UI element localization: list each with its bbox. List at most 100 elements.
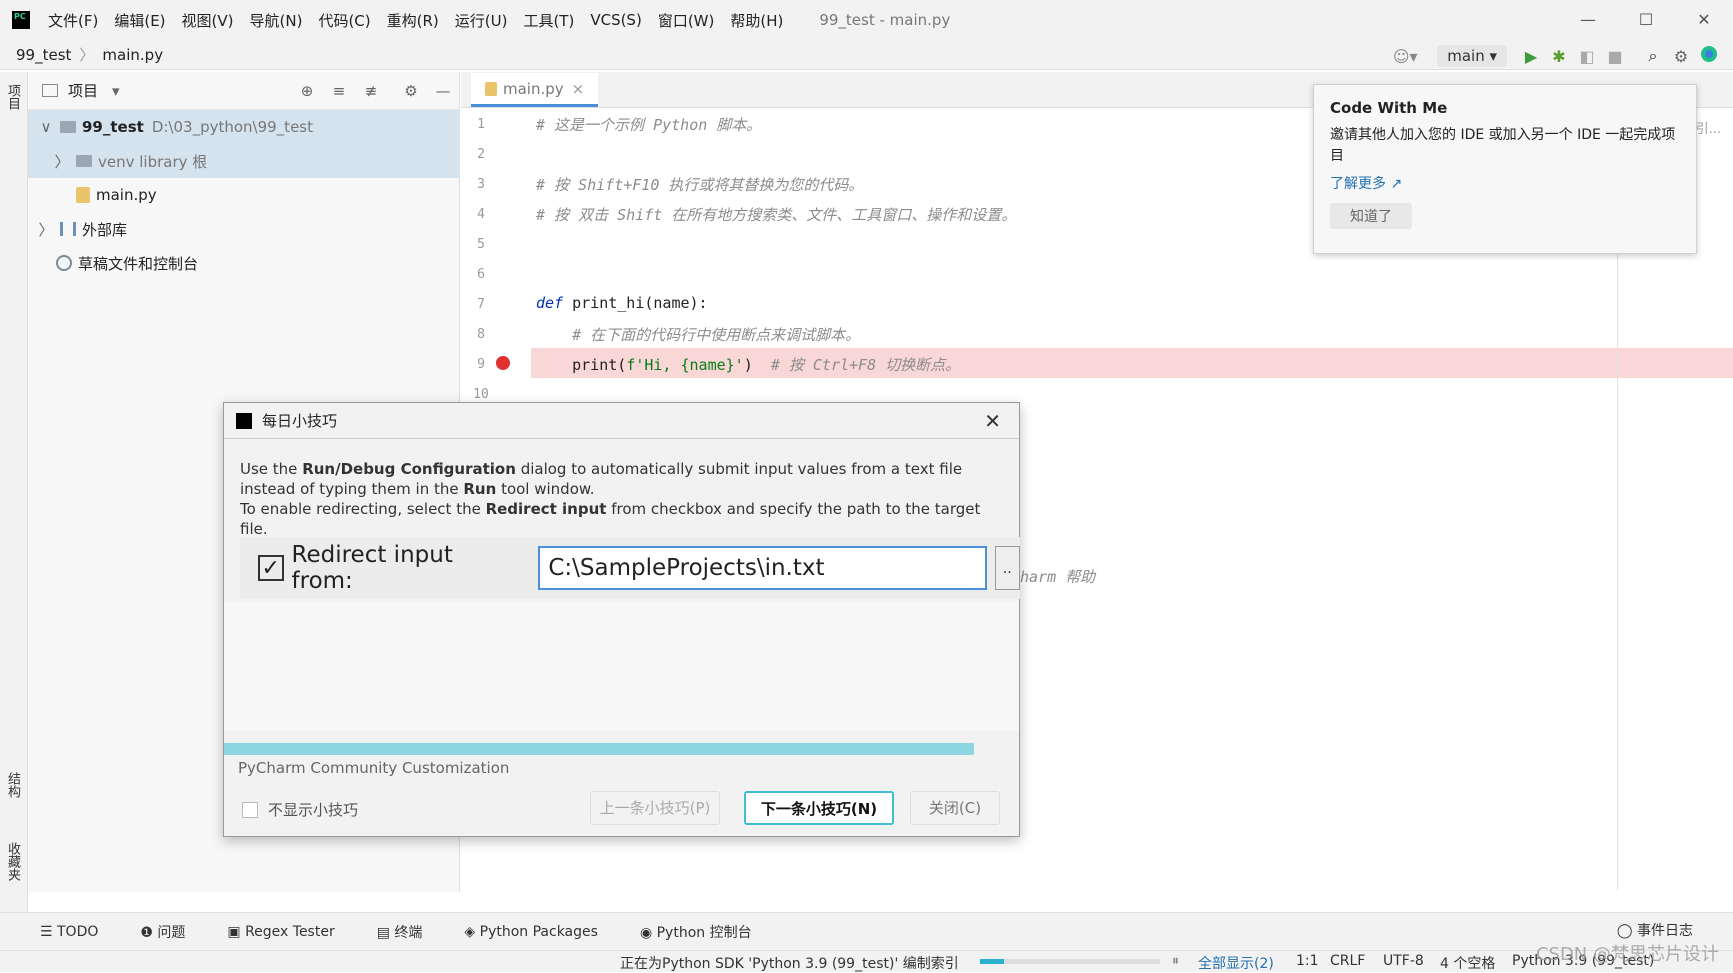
pycharm-logo-icon (236, 412, 252, 429)
hide-panel-icon[interactable]: — (427, 82, 459, 100)
python-file-icon (76, 187, 90, 203)
next-tip-button[interactable]: 下一条小技巧(N) (744, 791, 894, 825)
menu-edit[interactable]: 编辑(E) (114, 10, 165, 31)
tip-of-the-day-dialog: 每日小技巧 ✕ Use the Run/Debug Configuration … (223, 402, 1020, 837)
menu-window[interactable]: 窗口(W) (658, 10, 715, 31)
previous-tip-button[interactable]: 上一条小技巧(P) (590, 791, 720, 825)
pause-icon[interactable]: ⏸ (1172, 953, 1179, 969)
tree-item-external-libs[interactable]: 〉 外部库 (28, 212, 460, 246)
chevron-icon[interactable]: ∨ (38, 118, 54, 136)
menu-tools[interactable]: 工具(T) (523, 10, 574, 31)
minimize-icon[interactable]: — (1559, 0, 1617, 40)
search-icon[interactable]: ⌕ (1639, 46, 1667, 66)
tree-item-venv[interactable]: 〉 venv library 根 (28, 144, 460, 178)
code-hidden-fragment: harm 帮助 (1020, 568, 1096, 586)
line-number: 8 (477, 327, 485, 342)
python-console-tab[interactable]: ◉ Python 控制台 (640, 922, 752, 942)
menu-help[interactable]: 帮助(H) (730, 10, 783, 31)
menu-run[interactable]: 运行(U) (455, 10, 508, 31)
code-line[interactable]: # 这是一个示例 Python 脚本。 (536, 114, 761, 135)
file-encoding[interactable]: UTF-8 (1383, 953, 1424, 969)
code-line[interactable]: # 按 双击 Shift 在所有地方搜索类、文件、工具窗口、操作和设置。 (536, 204, 1016, 225)
close-icon[interactable]: ✕ (1675, 0, 1733, 40)
code-line[interactable]: # 在下面的代码行中使用断点来调试脚本。 (536, 324, 860, 345)
pycharm-logo-icon (12, 11, 30, 29)
tree-item-label: 草稿文件和控制台 (78, 254, 199, 273)
chevron-icon[interactable]: 〉 (38, 219, 54, 240)
line-number: 4 (477, 207, 485, 222)
todo-tab[interactable]: ☰ TODO (40, 924, 98, 940)
code-with-me-icon[interactable] (1695, 45, 1723, 67)
project-panel-header: 项目 ▾ ⊕ ≡ ≢ ⚙ — (28, 72, 459, 110)
project-tool-tab[interactable]: 项目 (3, 84, 22, 110)
main-toolbar: ☺▾ main ▾ ▶ ✱ ◧ ■ ⌕ ⚙ (1383, 40, 1733, 72)
collapse-all-icon[interactable]: ≢ (355, 82, 387, 100)
line-number: 7 (477, 297, 485, 312)
tree-item-main-py[interactable]: main.py (28, 178, 460, 212)
dont-show-checkbox[interactable]: 不显示小技巧 (242, 799, 358, 820)
folder-icon (60, 121, 76, 133)
tree-item-project-root[interactable]: ∨ 99_test D:\03_python\99_test (28, 110, 460, 144)
terminal-tab[interactable]: ▤ 终端 (377, 922, 423, 942)
breadcrumb-separator: 〉 (79, 46, 95, 64)
dialog-close-icon[interactable]: ✕ (984, 409, 1001, 433)
menu-code[interactable]: 代码(C) (318, 10, 370, 31)
line-separator[interactable]: CRLF (1330, 953, 1365, 969)
user-icon[interactable]: ☺▾ (1383, 47, 1427, 66)
locate-icon[interactable]: ⊕ (291, 82, 323, 100)
menu-view[interactable]: 视图(V) (182, 10, 234, 31)
editor-tab-main-py[interactable]: main.py × (471, 73, 599, 107)
favorites-tool-tab[interactable]: 收藏夹 (3, 842, 22, 881)
indent-setting[interactable]: 4 个空格 (1440, 953, 1495, 973)
chevron-down-icon[interactable]: ▾ (112, 82, 120, 100)
problems-tab[interactable]: ❶ 问题 (140, 922, 185, 942)
chevron-icon[interactable]: 〉 (54, 151, 70, 172)
tree-item-label: 99_test (82, 118, 144, 136)
got-it-button[interactable]: 知道了 (1330, 203, 1412, 229)
project-panel-title[interactable]: 项目 (68, 80, 98, 101)
menu-navigate[interactable]: 导航(N) (250, 10, 303, 31)
tip-illustration: ✓ Redirect input from: C:\SampleProjects… (240, 537, 1020, 599)
menu-refactor[interactable]: 重构(R) (387, 10, 439, 31)
close-button[interactable]: 关闭(C) (910, 791, 1000, 825)
dialog-title-bar: 每日小技巧 ✕ (224, 403, 1019, 439)
breadcrumb-project[interactable]: 99_test (16, 46, 71, 64)
tip-text: Use the Run/Debug Configuration dialog t… (240, 459, 1010, 539)
line-number: 3 (477, 177, 485, 192)
show-all-link[interactable]: 全部显示(2) (1198, 953, 1274, 973)
line-number: 6 (477, 267, 485, 282)
popup-title: Code With Me (1330, 99, 1448, 117)
code-line[interactable]: print(f'Hi, {name}') # 按 Ctrl+F8 切换断点。 (536, 354, 960, 375)
coverage-icon[interactable]: ◧ (1573, 47, 1601, 66)
maximize-icon[interactable]: ☐ (1617, 0, 1675, 40)
expand-all-icon[interactable]: ≡ (323, 82, 355, 100)
scratches-icon (56, 255, 72, 271)
event-log-tab[interactable]: ◯ 事件日志 (1617, 920, 1693, 940)
check-icon: ✓ (258, 555, 284, 581)
code-token: # 这是一个示例 Python 脚本。 (536, 116, 762, 134)
code-line[interactable]: # 按 Shift+F10 执行或将其替换为您的代码。 (536, 174, 863, 195)
gear-icon[interactable]: ⚙ (395, 82, 427, 100)
run-config-selector[interactable]: main ▾ (1437, 45, 1507, 67)
menu-file[interactable]: 文件(F) (48, 10, 98, 31)
tree-item-scratches[interactable]: 草稿文件和控制台 (28, 246, 460, 280)
checkbox-box[interactable] (242, 801, 258, 818)
debug-icon[interactable]: ✱ (1545, 47, 1573, 66)
code-line[interactable]: def print_hi(name): (536, 294, 708, 312)
breadcrumb-file[interactable]: main.py (102, 46, 163, 64)
menu-vcs[interactable]: VCS(S) (590, 11, 641, 29)
settings-icon[interactable]: ⚙ (1667, 47, 1695, 66)
run-icon[interactable]: ▶ (1517, 47, 1545, 66)
structure-tool-tab[interactable]: 结构 (3, 772, 22, 798)
stop-icon[interactable]: ■ (1601, 47, 1629, 66)
breakpoint-icon[interactable] (496, 356, 510, 370)
learn-more-link[interactable]: 了解更多 ↗ (1330, 173, 1680, 193)
tab-close-icon[interactable]: × (572, 80, 585, 98)
python-packages-tab[interactable]: ◈ Python Packages (464, 924, 598, 940)
popup-description: 邀请其他人加入您的 IDE 或加入另一个 IDE 一起完成项目 (1330, 127, 1676, 164)
project-view-icon (42, 84, 58, 97)
regex-tester-tab[interactable]: ▣ Regex Tester (227, 924, 334, 940)
dialog-title: 每日小技巧 (262, 412, 338, 430)
line-number: 9 (477, 357, 485, 372)
caret-position[interactable]: 1:1 (1296, 953, 1319, 969)
